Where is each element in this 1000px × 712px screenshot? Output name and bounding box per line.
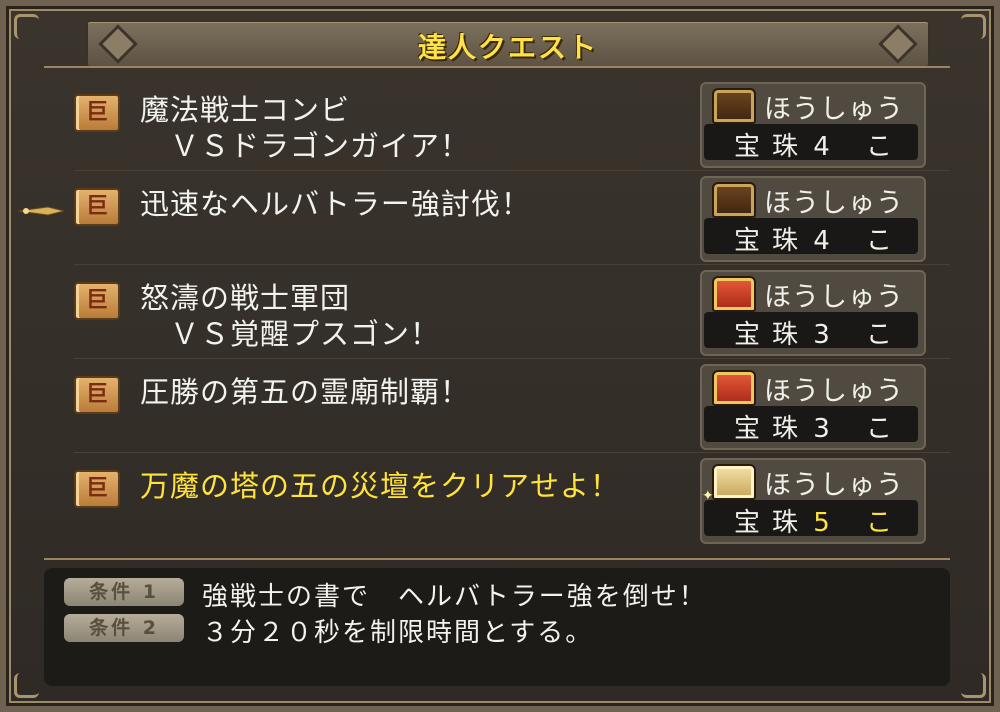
- frame-corner-ornament: [961, 673, 986, 698]
- reward-box: 宝珠 4 こ: [704, 218, 918, 256]
- quest-name: 万魔の塔の五の災壇をクリアせよ！: [140, 469, 621, 503]
- treasure-chest-icon: [712, 88, 756, 124]
- quest-scroll-icon: 巨: [74, 376, 120, 414]
- reward-label: ほうしゅう: [764, 94, 904, 125]
- reward-item: 宝珠: [734, 320, 811, 350]
- reward-box: 宝珠 4 こ: [704, 124, 918, 162]
- reward-panel: ✦ ほうしゅう 宝珠 5 こ: [700, 458, 926, 544]
- reward-label: ほうしゅう: [764, 376, 904, 407]
- frame-corner-ornament: [14, 673, 39, 698]
- reward-label: ほうしゅう: [764, 470, 904, 501]
- reward-quantity: 4 こ: [813, 226, 906, 256]
- quest-row[interactable]: 巨 万魔の塔の五の災壇をクリアせよ！ ✦ ほうしゅう 宝珠 5 こ: [74, 454, 950, 546]
- treasure-chest-icon: [712, 182, 756, 218]
- condition-text: 強戦士の書で ヘルバトラー強を倒せ！: [202, 582, 707, 612]
- reward-box: 宝珠 3 こ: [704, 406, 918, 444]
- treasure-chest-icon: [712, 464, 756, 500]
- conditions-panel: 条件 1 強戦士の書で ヘルバトラー強を倒せ！ 条件 2 ３分２０秒を制限時間と…: [44, 568, 950, 686]
- reward-panel: ほうしゅう 宝珠 3 こ: [700, 364, 926, 450]
- reward-panel: ほうしゅう 宝珠 3 こ: [700, 270, 926, 356]
- treasure-chest-icon: [712, 276, 756, 312]
- reward-quantity: 3 こ: [813, 414, 906, 444]
- quest-row[interactable]: 巨 魔法戦士コンビ ＶＳドラゴンガイア！ ほうしゅう 宝珠 4 こ: [74, 78, 950, 171]
- reward-panel: ほうしゅう 宝珠 4 こ: [700, 82, 926, 168]
- treasure-chest-icon: [712, 370, 756, 406]
- quest-scroll-icon: 巨: [74, 188, 120, 226]
- frame-corner-ornament: [961, 14, 986, 39]
- quest-name: 圧勝の第五の霊廟制覇！: [140, 375, 471, 409]
- reward-quantity: 5 こ: [813, 508, 906, 538]
- reward-box: 宝珠 3 こ: [704, 312, 918, 350]
- condition-text: ３分２０秒を制限時間とする。: [202, 618, 594, 648]
- quest-row[interactable]: 巨 圧勝の第五の霊廟制覇！ ほうしゅう 宝珠 3 こ: [74, 360, 950, 453]
- reward-item: 宝珠: [734, 226, 811, 256]
- condition-tag: 条件 1: [64, 578, 184, 606]
- quest-scroll-icon: 巨: [74, 282, 120, 320]
- condition-tag: 条件 2: [64, 614, 184, 642]
- reward-item: 宝珠: [734, 414, 811, 444]
- reward-label: ほうしゅう: [764, 188, 904, 219]
- quest-list: 巨 魔法戦士コンビ ＶＳドラゴンガイア！ ほうしゅう 宝珠 4 こ 巨 迅速なヘ…: [44, 66, 950, 560]
- reward-panel: ほうしゅう 宝珠 4 こ: [700, 176, 926, 262]
- quest-scroll-icon: 巨: [74, 94, 120, 132]
- page-title: 達人クエスト: [417, 31, 598, 64]
- reward-item: 宝珠: [734, 132, 811, 162]
- reward-item: 宝珠: [734, 508, 811, 538]
- quest-name: 迅速なヘルバトラー強討伐！: [140, 187, 531, 221]
- title-bar: 達人クエスト: [86, 20, 930, 68]
- reward-quantity: 4 こ: [813, 132, 906, 162]
- quest-scroll-icon: 巨: [74, 470, 120, 508]
- quest-name: 魔法戦士コンビ ＶＳドラゴンガイア！: [140, 93, 471, 163]
- frame-corner-ornament: [14, 14, 39, 39]
- quest-name: 怒濤の戦士軍団 ＶＳ覚醒プスゴン！: [140, 281, 441, 351]
- reward-label: ほうしゅう: [764, 282, 904, 313]
- quest-row[interactable]: 巨 迅速なヘルバトラー強討伐！ ほうしゅう 宝珠 4 こ: [74, 172, 950, 265]
- reward-box: 宝珠 5 こ: [704, 500, 918, 538]
- quest-row[interactable]: 巨 怒濤の戦士軍団 ＶＳ覚醒プスゴン！ ほうしゅう 宝珠 3 こ: [74, 266, 950, 359]
- reward-quantity: 3 こ: [813, 320, 906, 350]
